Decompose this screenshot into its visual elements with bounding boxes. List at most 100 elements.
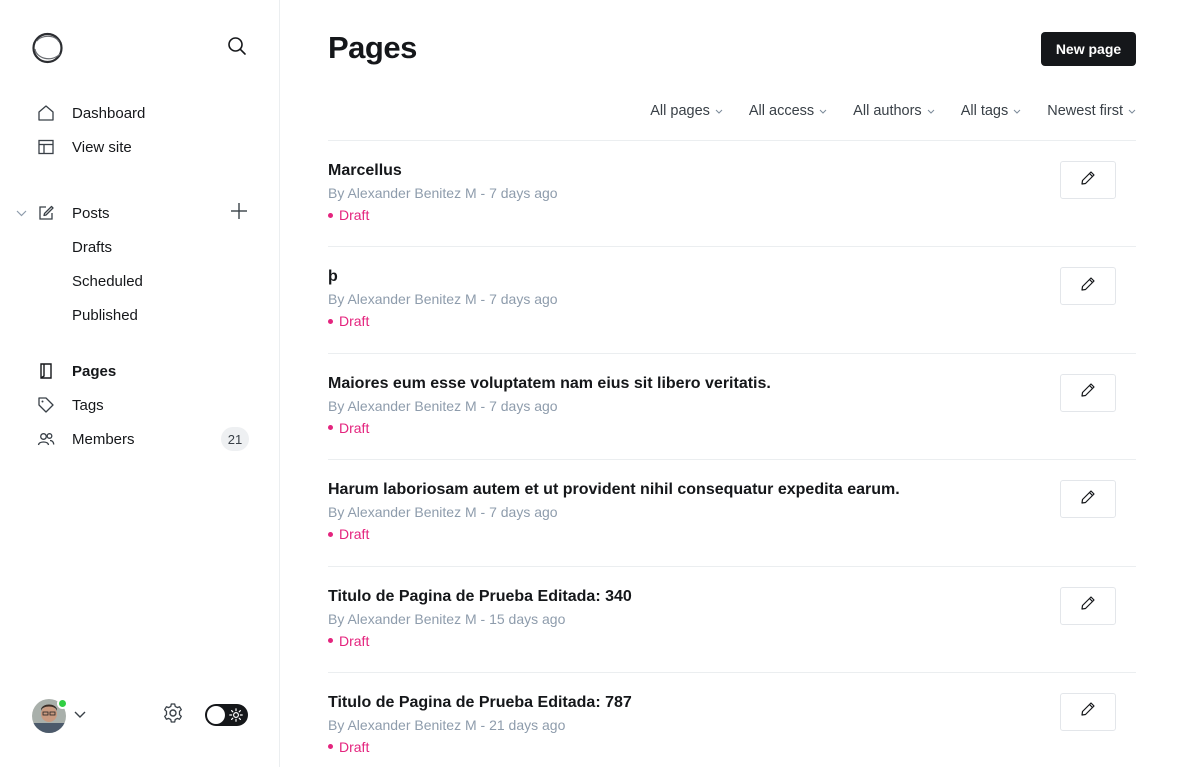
filter-bar: All pages All access All authors All tag… <box>624 100 1136 122</box>
page-item-meta: By Alexander Benitez M - 7 days ago <box>328 185 558 201</box>
edit-page-button[interactable] <box>1060 692 1116 731</box>
pencil-icon <box>1080 489 1096 510</box>
page-title: Pages <box>328 30 417 65</box>
page-item-meta: By Alexander Benitez M - 21 days ago <box>328 716 566 733</box>
search-button[interactable] <box>225 36 249 60</box>
pages-list: Marcellus By Alexander Benitez M - 7 day… <box>328 140 1136 767</box>
page-item-title[interactable]: ϸ <box>328 268 338 286</box>
filter-label: All pages <box>650 103 710 119</box>
filter-access-dropdown[interactable]: All access <box>749 100 827 122</box>
sidebar-item-drafts[interactable]: Drafts <box>72 235 252 259</box>
page-item-title[interactable]: Maiores eum esse voluptatem nam eius sit… <box>328 375 771 393</box>
status-label: Draft <box>339 207 370 223</box>
sidebar-item-tags[interactable]: Tags <box>36 393 250 417</box>
sort-order-dropdown[interactable]: Newest first <box>1047 100 1136 122</box>
sidebar-item-label: Dashboard <box>72 104 146 122</box>
sidebar-item-view-site[interactable]: View site <box>36 135 250 159</box>
status-badge: Draft <box>328 313 369 329</box>
status-badge: Draft <box>328 633 369 649</box>
tag-icon <box>36 395 56 415</box>
chevron-down-icon <box>1013 107 1021 115</box>
sidebar-item-label: Published <box>72 306 138 324</box>
toggle-knob <box>207 706 225 724</box>
members-count-badge: 21 <box>221 427 249 451</box>
chevron-down-icon <box>16 204 27 222</box>
filter-authors-dropdown[interactable]: All authors <box>853 100 935 122</box>
pencil-icon <box>1080 701 1096 722</box>
settings-button[interactable] <box>161 702 185 729</box>
sidebar-item-label: Scheduled <box>72 272 143 290</box>
status-badge: Draft <box>328 526 369 542</box>
new-page-button[interactable]: New page <box>1041 32 1136 66</box>
chevron-down-icon <box>1128 107 1136 115</box>
sidebar-item-label: Posts <box>72 204 110 222</box>
members-icon <box>36 429 56 449</box>
edit-page-button[interactable] <box>1060 586 1116 625</box>
filter-label: Newest first <box>1047 103 1123 119</box>
list-item[interactable]: ϸ By Alexander Benitez M - 7 days ago Dr… <box>328 246 1136 352</box>
page-icon <box>36 361 56 381</box>
filter-label: All access <box>748 103 815 119</box>
chevron-down-icon <box>74 706 86 724</box>
sidebar-item-label: View site <box>72 138 132 156</box>
sidebar-item-label: Members <box>72 430 135 448</box>
status-dot <box>328 212 333 218</box>
pencil-icon <box>1080 595 1096 616</box>
sidebar-item-members[interactable]: Members <box>36 427 216 451</box>
status-dot <box>328 638 333 644</box>
home-icon <box>36 103 56 123</box>
gear-icon <box>162 702 184 729</box>
status-label: Draft <box>339 632 370 649</box>
sidebar-item-posts[interactable]: Posts <box>36 201 216 225</box>
posts-collapse-toggle[interactable] <box>13 205 29 221</box>
layout-icon <box>36 137 56 157</box>
list-item[interactable]: Maiores eum esse voluptatem nam eius sit… <box>328 352 1136 459</box>
edit-page-button[interactable] <box>1060 267 1116 306</box>
page-item-meta: By Alexander Benitez M - 7 days ago <box>328 504 558 521</box>
sidebar-item-label: Pages <box>72 362 117 380</box>
sidebar-item-scheduled[interactable]: Scheduled <box>72 269 252 293</box>
page-item-meta: By Alexander Benitez M - 15 days ago <box>328 610 566 627</box>
list-item[interactable]: Marcellus By Alexander Benitez M - 7 day… <box>328 140 1136 246</box>
filter-label: All tags <box>960 103 1009 119</box>
list-item[interactable]: Titulo de Pagina de Prueba Editada: 787 … <box>328 671 1136 767</box>
page-item-title[interactable]: Harum laboriosam autem et ut provident n… <box>328 481 900 499</box>
status-badge: Draft <box>328 739 369 755</box>
user-menu-toggle[interactable] <box>72 707 88 723</box>
page-item-title[interactable]: Titulo de Pagina de Prueba Editada: 340 <box>328 588 632 606</box>
online-status-indicator <box>57 698 68 709</box>
status-dot <box>328 318 333 324</box>
page-item-meta: By Alexander Benitez M - 7 days ago <box>328 291 558 308</box>
edit-page-button[interactable] <box>1060 373 1116 412</box>
sidebar-item-pages[interactable]: Pages <box>36 359 250 383</box>
sidebar-item-published[interactable]: Published <box>72 303 252 327</box>
sidebar-item-dashboard[interactable]: Dashboard <box>36 101 250 125</box>
new-post-button[interactable] <box>228 202 250 224</box>
page-item-meta: By Alexander Benitez M - 7 days ago <box>328 397 558 414</box>
chevron-down-icon <box>819 107 827 115</box>
chevron-down-icon <box>927 107 935 115</box>
sun-icon <box>228 707 244 723</box>
pencil-icon <box>1080 382 1096 403</box>
edit-page-button[interactable] <box>1060 480 1116 519</box>
status-label: Draft <box>339 738 370 755</box>
status-label: Draft <box>339 419 370 436</box>
search-icon <box>227 36 247 61</box>
filter-label: All authors <box>853 103 922 119</box>
site-logo-icon[interactable] <box>31 32 64 64</box>
edit-icon <box>36 203 56 223</box>
list-item[interactable]: Harum laboriosam autem et ut provident n… <box>328 459 1136 565</box>
list-item[interactable]: Titulo de Pagina de Prueba Editada: 340 … <box>328 565 1136 672</box>
filter-type-dropdown[interactable]: All pages <box>650 100 723 122</box>
sidebar-item-label: Tags <box>72 396 104 414</box>
pencil-icon <box>1080 276 1096 297</box>
dark-mode-toggle[interactable] <box>205 704 248 726</box>
edit-page-button[interactable] <box>1060 161 1116 199</box>
status-dot <box>328 531 333 537</box>
pencil-icon <box>1080 170 1096 191</box>
filter-tags-dropdown[interactable]: All tags <box>961 100 1022 122</box>
page-item-title[interactable]: Titulo de Pagina de Prueba Editada: 787 <box>328 694 632 712</box>
page-item-title[interactable]: Marcellus <box>328 162 402 180</box>
sidebar: Dashboard View site Posts Drafts Schedul… <box>0 0 280 767</box>
status-label: Draft <box>339 313 370 330</box>
